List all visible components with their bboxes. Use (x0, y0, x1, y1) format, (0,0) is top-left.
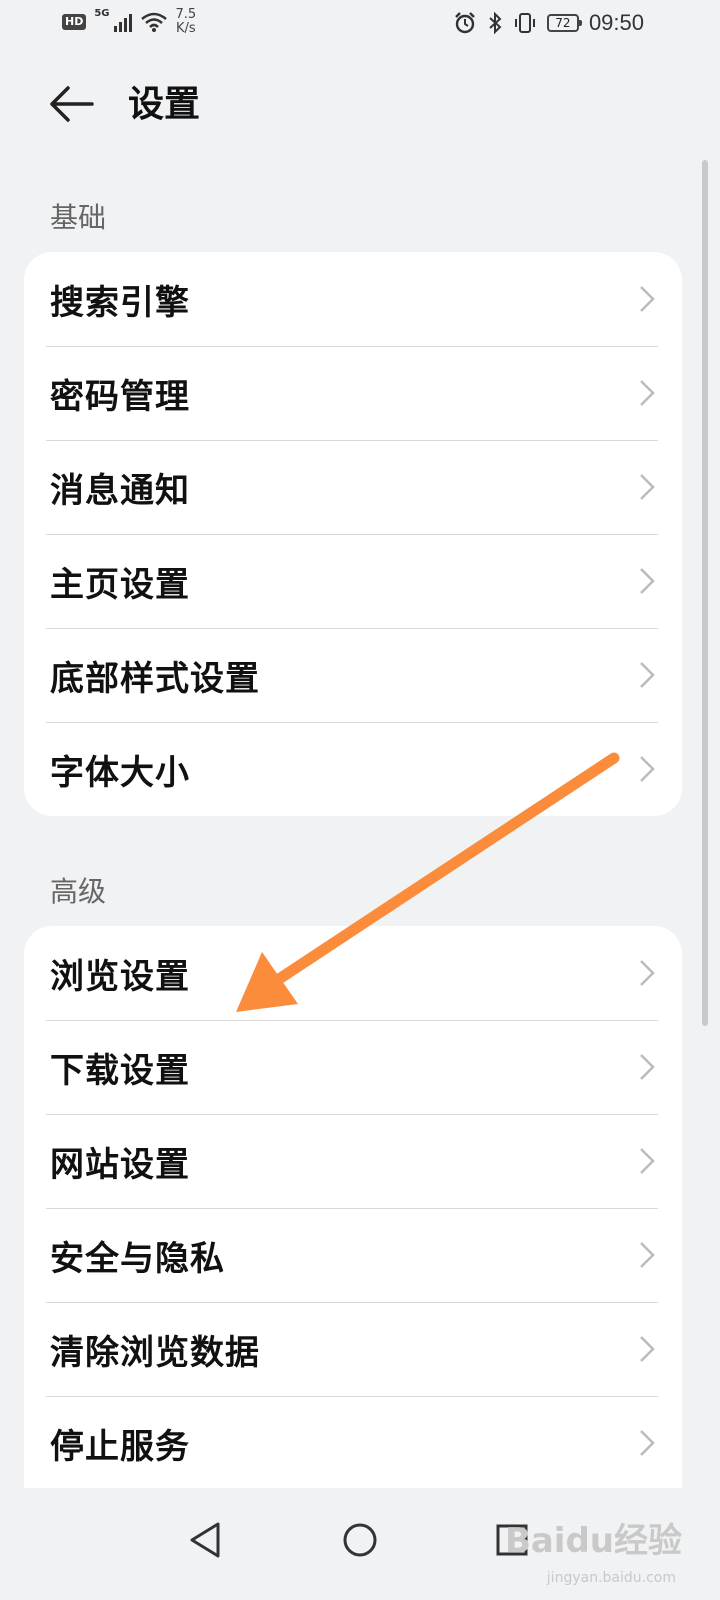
chevron-right-icon (640, 1242, 655, 1268)
setting-label: 字体大小 (50, 752, 190, 793)
chevron-right-icon (640, 568, 655, 594)
setting-label: 消息通知 (50, 470, 190, 511)
setting-bottom-style[interactable]: 底部样式设置 (24, 628, 682, 722)
section-label-advanced: 高级 (50, 875, 107, 908)
setting-search-engine[interactable]: 搜索引擎 (24, 252, 682, 346)
setting-security-privacy[interactable]: 安全与隐私 (24, 1208, 682, 1302)
chevron-right-icon (640, 756, 655, 782)
setting-stop-service[interactable]: 停止服务 (24, 1396, 682, 1488)
chevron-right-icon (640, 1054, 655, 1080)
setting-password-manager[interactable]: 密码管理 (24, 346, 682, 440)
chevron-right-icon (640, 1336, 655, 1362)
setting-label: 清除浏览数据 (50, 1332, 260, 1373)
battery-level: 72 (555, 16, 571, 30)
setting-label: 安全与隐私 (50, 1238, 225, 1279)
setting-download[interactable]: 下载设置 (24, 1020, 682, 1114)
wifi-icon (140, 12, 167, 32)
arrow-left-icon (50, 86, 94, 122)
chevron-right-icon (640, 1148, 655, 1174)
chevron-right-icon (640, 286, 655, 312)
nav-home-button[interactable] (330, 1510, 390, 1570)
setting-label: 下载设置 (50, 1050, 190, 1091)
setting-label: 搜索引擎 (50, 282, 190, 323)
bluetooth-icon (489, 11, 502, 35)
chevron-right-icon (640, 380, 655, 406)
section-label-basic: 基础 (50, 201, 107, 234)
settings-card-advanced: 浏览设置 下载设置 网站设置 安全与隐私 清除浏览数据 停止服务 (24, 926, 682, 1488)
triangle-back-icon (190, 1522, 220, 1558)
app-header: 设置 (0, 60, 720, 150)
hd-badge: HD (62, 14, 87, 30)
settings-card-basic: 搜索引擎 密码管理 消息通知 主页设置 底部样式设置 字体大小 (24, 252, 682, 816)
setting-label: 密码管理 (50, 376, 190, 417)
scrollbar[interactable] (702, 160, 708, 1026)
status-bar: HD 5G 7.5 K/s 72 09:50 (0, 0, 720, 50)
battery-icon: 72 (546, 14, 582, 32)
clock: 09:50 (588, 10, 644, 35)
network-type: 5G (94, 8, 110, 19)
watermark-brand: Baidu经验 (504, 1521, 682, 1561)
chevron-right-icon (640, 474, 655, 500)
back-button[interactable] (46, 80, 96, 130)
setting-browsing[interactable]: 浏览设置 (24, 926, 682, 1020)
chevron-right-icon (640, 1430, 655, 1456)
setting-label: 停止服务 (50, 1426, 190, 1467)
setting-label: 主页设置 (50, 564, 190, 605)
speed-unit: K/s (176, 21, 196, 36)
setting-clear-data[interactable]: 清除浏览数据 (24, 1302, 682, 1396)
setting-font-size[interactable]: 字体大小 (24, 722, 682, 816)
setting-homepage[interactable]: 主页设置 (24, 534, 682, 628)
network-speed: 7.5 K/s (176, 8, 197, 36)
chevron-right-icon (640, 960, 655, 986)
setting-label: 浏览设置 (50, 956, 190, 997)
page-title: 设置 (128, 84, 201, 125)
alarm-icon (455, 12, 475, 34)
setting-notifications[interactable]: 消息通知 (24, 440, 682, 534)
watermark-url: jingyan.baidu.com (546, 1570, 676, 1586)
signal-icon (113, 12, 132, 32)
setting-label: 网站设置 (50, 1144, 190, 1185)
setting-label: 底部样式设置 (50, 658, 260, 699)
setting-website[interactable]: 网站设置 (24, 1114, 682, 1208)
circle-home-icon (343, 1523, 377, 1557)
vibrate-icon (514, 13, 535, 33)
speed-value: 7.5 (175, 7, 197, 22)
nav-back-button[interactable] (176, 1510, 236, 1570)
chevron-right-icon (640, 662, 655, 688)
